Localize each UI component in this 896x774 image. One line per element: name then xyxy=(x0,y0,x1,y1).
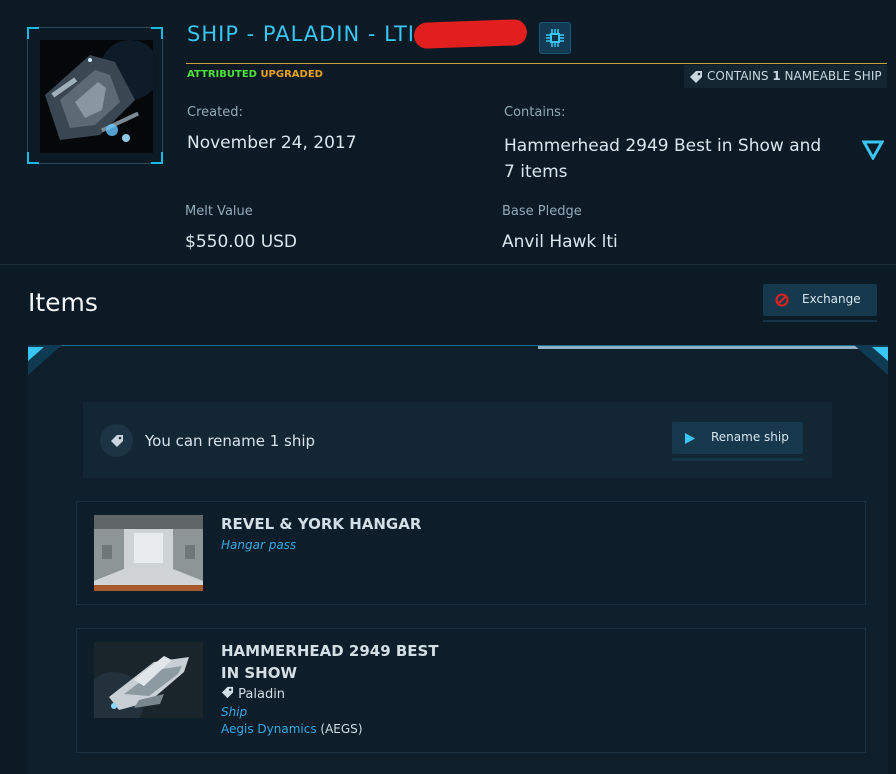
rename-notice-text: You can rename 1 ship xyxy=(145,432,316,450)
item-title: REVEL & YORK HANGAR xyxy=(221,515,422,533)
nameable-ship-text: CONTAINS 1 NAMEABLE SHIP xyxy=(707,69,882,83)
ship-name-row: Paladin xyxy=(221,686,285,702)
tag-icon xyxy=(111,435,123,447)
ship-thumbnail xyxy=(40,40,153,153)
tag-icon xyxy=(690,71,702,83)
redaction-mark xyxy=(413,19,528,49)
pledge-title: SHIP - PALADIN - LTI ( xyxy=(187,22,432,46)
item-title: HAMMERHEAD 2949 BEST IN SHOW xyxy=(221,642,439,682)
created-label: Created: xyxy=(187,105,243,120)
contains-label: Contains: xyxy=(504,105,566,120)
melt-value-label: Melt Value xyxy=(185,204,253,219)
contains-value: Hammerhead 2949 Best in Show and 7 items xyxy=(504,136,822,182)
item-type: Ship xyxy=(221,705,248,719)
base-pledge-label: Base Pledge xyxy=(502,204,582,219)
prohibited-icon xyxy=(775,293,789,307)
chip-button[interactable] xyxy=(539,22,571,54)
panel-highlight xyxy=(538,346,888,349)
status-attributed: ATTRIBUTED xyxy=(187,69,257,80)
manufacturer-code: (AEGS) xyxy=(320,722,363,736)
rename-ship-button[interactable]: Rename ship xyxy=(672,422,803,454)
melt-value: $550.00 USD xyxy=(185,232,298,252)
chip-icon xyxy=(546,29,564,47)
nameable-ship-badge: CONTAINS 1 NAMEABLE SHIP xyxy=(684,65,887,88)
ship-name: Paladin xyxy=(238,687,286,702)
play-icon xyxy=(685,433,695,444)
hangar-image xyxy=(94,515,203,591)
title-divider xyxy=(186,63,887,64)
section-divider xyxy=(0,264,896,265)
rename-ship-label: Rename ship xyxy=(711,430,789,444)
tag-icon xyxy=(221,686,234,699)
manufacturer: Aegis Dynamics (AEGS) xyxy=(221,722,363,736)
rename-tag-badge xyxy=(100,424,133,457)
rename-underline xyxy=(672,458,803,461)
exchange-label: Exchange xyxy=(802,292,861,306)
items-heading: Items xyxy=(28,288,98,317)
base-pledge-value: Anvil Hawk lti xyxy=(502,232,618,252)
status-upgraded: UPGRADED xyxy=(260,69,323,80)
item-type: Hangar pass xyxy=(221,538,297,552)
manufacturer-link[interactable]: Aegis Dynamics xyxy=(221,722,317,736)
exchange-button[interactable]: Exchange xyxy=(763,284,877,316)
exchange-underline xyxy=(763,320,877,322)
ship-image xyxy=(94,642,203,718)
status-labels: ATTRIBUTED UPGRADED xyxy=(187,69,323,80)
panel-corner-left xyxy=(28,345,62,375)
triangle-down-icon xyxy=(861,140,885,162)
expand-toggle[interactable] xyxy=(861,140,885,162)
created-value: November 24, 2017 xyxy=(187,133,357,153)
panel-corner-right xyxy=(854,345,888,375)
